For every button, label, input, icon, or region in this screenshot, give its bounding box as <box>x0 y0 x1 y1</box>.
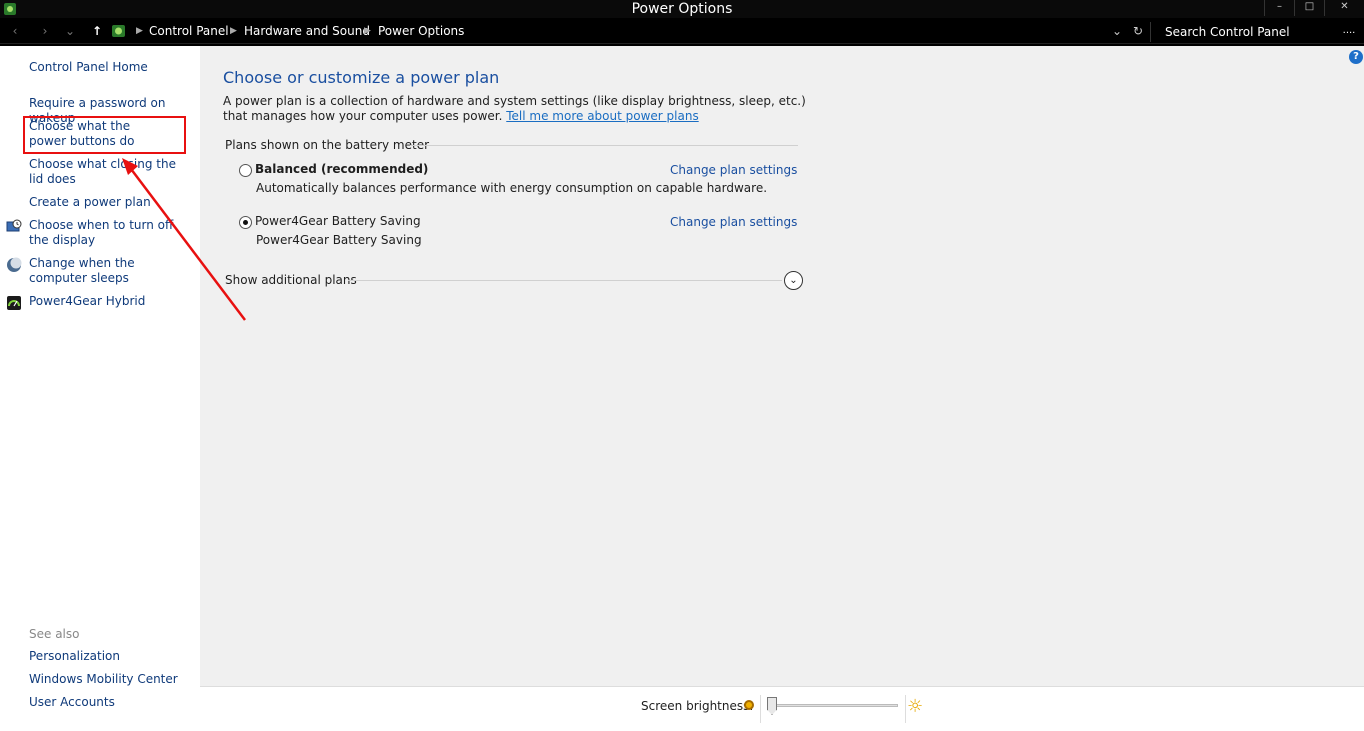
see-also-user-accounts[interactable]: User Accounts <box>29 695 199 710</box>
help-icon[interactable]: ? <box>1349 50 1363 64</box>
search-input[interactable]: Search Control Panel <box>1150 22 1330 42</box>
plan-description-power4gear: Power4Gear Battery Saving <box>256 233 422 247</box>
plan-name-balanced[interactable]: Balanced (recommended) <box>255 162 428 176</box>
gauge-icon <box>7 296 21 310</box>
sidebar-item-create-plan[interactable]: Create a power plan <box>29 195 199 210</box>
recent-locations-button[interactable]: ⌄ <box>62 22 78 40</box>
main-content: ? Choose or customize a power plan A pow… <box>200 46 1364 686</box>
battery-meter-group-label: Plans shown on the battery meter <box>225 138 430 152</box>
group-divider <box>410 145 798 146</box>
bright-sun-icon: ☼ <box>907 696 924 717</box>
up-button[interactable]: ↑ <box>86 22 108 40</box>
separator <box>905 695 906 723</box>
moon-icon <box>7 257 22 272</box>
change-plan-settings-balanced[interactable]: Change plan settings <box>670 163 797 177</box>
sidebar-control-panel-home[interactable]: Control Panel Home <box>29 60 199 75</box>
page-description: A power plan is a collection of hardware… <box>223 94 813 124</box>
back-button[interactable]: ‹ <box>4 22 26 40</box>
close-button[interactable]: ✕ <box>1324 0 1364 16</box>
window-title: Power Options <box>631 1 733 17</box>
plan-name-power4gear[interactable]: Power4Gear Battery Saving <box>255 214 421 228</box>
separator <box>760 695 761 723</box>
brightness-slider-thumb[interactable] <box>767 697 777 715</box>
more-options-icon[interactable]: .... <box>1338 22 1360 42</box>
sidebar-item-closing-lid[interactable]: Choose what closing the lid does <box>29 157 189 187</box>
control-panel-icon <box>112 25 125 37</box>
brightness-footer: Screen brightness: ☼ <box>200 686 1364 731</box>
breadcrumb-hardware-and-sound[interactable]: Hardware and Sound <box>244 23 370 39</box>
brightness-slider-track[interactable] <box>772 704 898 707</box>
see-also-heading: See also <box>29 627 80 641</box>
breadcrumb-separator[interactable]: ▶ <box>230 23 237 39</box>
refresh-button[interactable]: ↻ <box>1127 22 1149 40</box>
breadcrumb-separator: ▶ <box>136 26 143 36</box>
breadcrumb-control-panel[interactable]: Control Panel <box>149 23 229 39</box>
additional-plans-divider <box>348 280 782 281</box>
sidebar-item-turn-off-display[interactable]: Choose when to turn off the display <box>29 218 194 248</box>
breadcrumb-power-options[interactable]: Power Options <box>378 23 464 39</box>
clock-monitor-icon <box>6 219 22 232</box>
learn-more-link[interactable]: Tell me more about power plans <box>506 109 698 123</box>
screen-brightness-label: Screen brightness: <box>641 699 754 713</box>
sidebar-item-computer-sleeps[interactable]: Change when the computer sleeps <box>29 256 189 286</box>
change-plan-settings-power4gear[interactable]: Change plan settings <box>670 215 797 229</box>
page-title: Choose or customize a power plan <box>223 68 500 87</box>
annotation-highlight-box <box>23 116 186 154</box>
expand-additional-plans-button[interactable]: ⌄ <box>784 271 803 290</box>
minimize-button[interactable]: – <box>1264 0 1294 16</box>
maximize-button[interactable]: □ <box>1294 0 1324 16</box>
address-dropdown-button[interactable]: ⌄ <box>1106 22 1128 40</box>
sidebar-item-power4gear-hybrid[interactable]: Power4Gear Hybrid <box>29 294 199 309</box>
see-also-personalization[interactable]: Personalization <box>29 649 199 664</box>
breadcrumb-separator[interactable]: ▶ <box>364 23 371 39</box>
see-also-mobility-center[interactable]: Windows Mobility Center <box>29 672 199 687</box>
show-additional-plans-label[interactable]: Show additional plans <box>225 273 357 287</box>
radio-balanced[interactable] <box>239 164 252 177</box>
forward-button[interactable]: › <box>34 22 56 40</box>
plan-description-balanced: Automatically balances performance with … <box>256 181 768 195</box>
title-bar: Power Options – □ ✕ <box>0 0 1364 18</box>
radio-power4gear-battery-saving[interactable] <box>239 216 252 229</box>
dim-sun-icon <box>744 700 754 710</box>
